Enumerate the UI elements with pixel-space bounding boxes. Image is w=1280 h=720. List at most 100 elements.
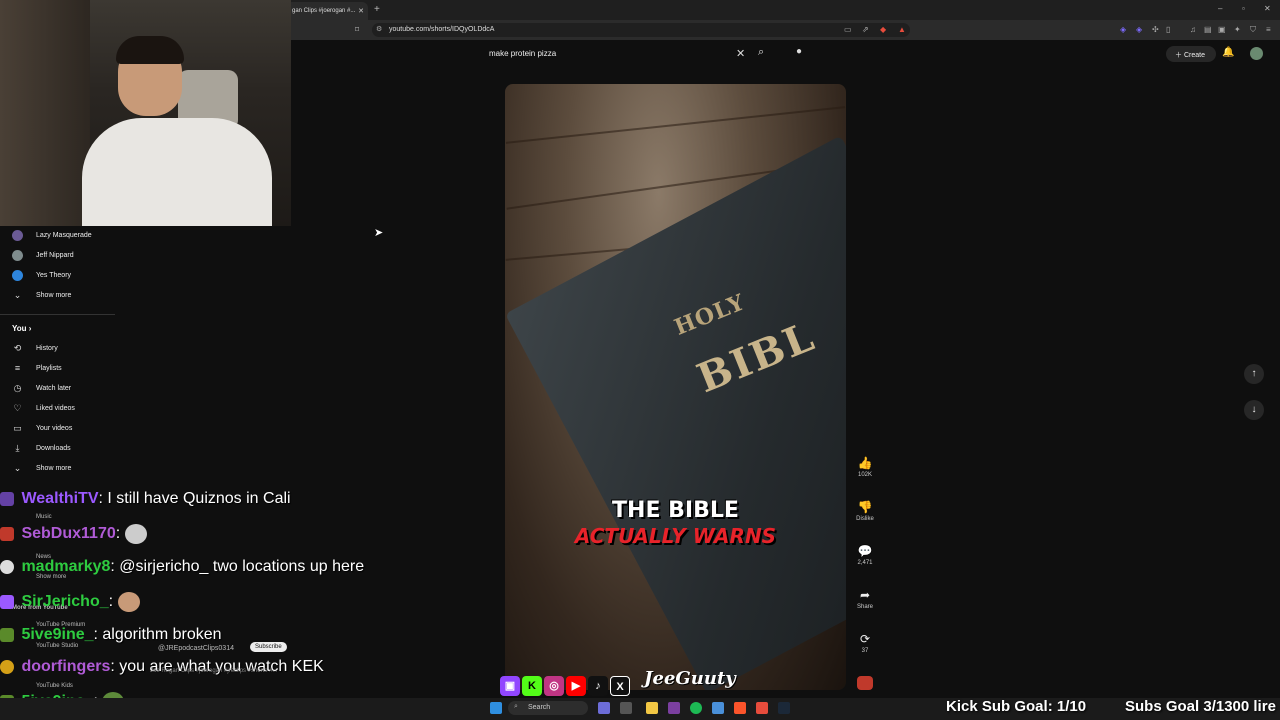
steam-icon[interactable] <box>778 702 790 714</box>
browser-tab-title: gan Clips #joerogan #... <box>292 8 356 14</box>
clear-search-icon[interactable]: ✕ <box>736 47 745 60</box>
previous-short-arrow-up-icon[interactable]: ↑ <box>1244 364 1264 384</box>
extension-icon[interactable]: ◈ <box>1120 25 1126 34</box>
windows-taskbar <box>0 698 1280 720</box>
sidebar-item-playlists[interactable]: ≡ Playlists <box>0 359 115 379</box>
sidebar-subscription-lazy-masquerade[interactable]: Lazy Masquerade <box>0 226 115 246</box>
site-info-icon[interactable]: ⚙ <box>376 25 382 33</box>
extension-icon[interactable]: ◈ <box>1136 25 1142 34</box>
create-button[interactable]: ＋ Create <box>1166 46 1216 62</box>
video-caption-line-1: THE BIBLE <box>612 498 739 523</box>
sidebar-item-label: Watch later <box>36 385 72 392</box>
tiktok-icon: ♪ <box>588 676 608 696</box>
chat-emote-icon <box>117 592 140 612</box>
kick-icon: K <box>522 676 542 696</box>
chat-message: WealthiTV: I still have Quiznos in Cali <box>0 490 291 516</box>
wood-grain <box>505 106 846 144</box>
video-caption-line-2: ACTUALLY WARNS <box>574 524 777 548</box>
menu-icon[interactable]: ≡ <box>1266 25 1271 34</box>
notifications-bell-icon[interactable]: 🔔 <box>1222 47 1234 58</box>
extensions-puzzle-icon[interactable]: ✣ <box>1152 25 1159 34</box>
leo-icon[interactable]: ✦ <box>1234 25 1241 34</box>
dislike-label: Dislike <box>856 516 874 522</box>
channel-avatar <box>12 250 23 261</box>
brave-shield-icon[interactable]: ◆ <box>880 25 886 34</box>
chat-badge-icon <box>0 491 14 506</box>
you-label: You <box>12 324 27 333</box>
close-tab-icon[interactable]: ✕ <box>358 7 364 15</box>
maximize-icon[interactable]: ▫ <box>1242 4 1245 13</box>
wallet-icon[interactable]: ▣ <box>1218 25 1226 34</box>
chat-username: SebDux1170 <box>21 525 116 543</box>
like-button[interactable]: 👍 102K <box>852 456 878 478</box>
taskbar-app-icon[interactable] <box>668 702 680 714</box>
sidebar-subscription-jeff-nippard[interactable]: Jeff Nippard <box>0 246 115 266</box>
short-video-title: Joe Rogan Clips #joerogan #jreclips #sho… <box>150 668 278 674</box>
next-short-arrow-down-icon[interactable]: ↓ <box>1244 400 1264 420</box>
chat-emote-icon <box>124 524 147 544</box>
sidebar-item-label: Jeff Nippard <box>36 252 74 259</box>
comment-icon: 💬 <box>857 544 873 558</box>
comments-count: 2,471 <box>857 560 873 566</box>
thumbs-up-icon: 👍 <box>857 456 873 470</box>
subscribe-button[interactable]: Subscribe <box>250 642 287 652</box>
sidebar-item-history[interactable]: ⟲ History <box>0 339 115 359</box>
media-icon[interactable]: ♫ <box>1190 25 1196 34</box>
bookmark-icon[interactable]: ⌑ <box>355 25 359 34</box>
search-icon[interactable]: ⌕ <box>758 46 764 59</box>
taskbar-app-icon[interactable] <box>756 702 768 714</box>
remix-button[interactable]: ⟳ 37 <box>852 632 878 654</box>
sidebar-you-heading[interactable]: You › <box>12 324 31 333</box>
chat-username: madmarky8 <box>21 558 111 575</box>
webcam-background <box>0 0 90 226</box>
short-channel-handle[interactable]: @JREpodcastClips0314 <box>158 645 234 652</box>
new-tab-icon[interactable]: + <box>374 4 380 15</box>
spotify-icon[interactable] <box>690 702 702 714</box>
vpn-icon[interactable]: ⛉ <box>1250 25 1256 35</box>
short-video-player[interactable]: HOLY BIBL THE BIBLE ACTUALLY WARNS <box>505 84 846 690</box>
sidebar-item-watch-later[interactable]: ◷ Watch later <box>0 379 115 399</box>
chat-username: WealthiTV <box>21 490 99 507</box>
chevron-down-icon: ⌄ <box>13 463 22 473</box>
dislike-button[interactable]: 👎 Dislike <box>852 500 878 522</box>
brave-rewards-icon[interactable]: ▲ <box>898 25 906 34</box>
chat-badge-icon <box>0 659 14 674</box>
chat-username: 5ive9ine_ <box>21 626 94 643</box>
browser-tab[interactable]: gan Clips #joerogan #... ✕ <box>286 2 368 20</box>
taskbar-app-icon[interactable] <box>598 702 610 714</box>
minimize-icon[interactable]: – <box>1218 4 1222 13</box>
close-window-icon[interactable]: ✕ <box>1264 4 1271 13</box>
channel-avatar[interactable] <box>857 676 873 690</box>
sidebar-subscription-yes-theory[interactable]: Yes Theory <box>0 266 115 286</box>
taskbar-app-icon[interactable] <box>620 702 632 714</box>
brave-browser-icon[interactable] <box>734 702 746 714</box>
history-icon: ⟲ <box>13 343 22 353</box>
chat-message: SirJericho_: <box>0 592 140 618</box>
sidebar-show-more[interactable]: ⌄ Show more <box>0 459 115 479</box>
show-more-label: Show more <box>36 292 72 299</box>
playlists-icon: ≡ <box>14 363 21 373</box>
microphone-icon[interactable]: ● <box>792 46 806 60</box>
watch-later-icon: ◷ <box>13 383 22 393</box>
comments-button[interactable]: 💬 2,471 <box>852 544 878 566</box>
chat-text: : @sirjericho_ two locations up here <box>110 558 365 575</box>
taskbar-search[interactable]: Search <box>508 701 588 715</box>
instagram-icon: ◎ <box>544 676 564 696</box>
account-avatar[interactable] <box>1250 47 1263 60</box>
screen-cast-icon[interactable]: ▭ <box>844 25 852 34</box>
sidebar-item-label: Downloads <box>36 445 71 452</box>
chat-message: SebDux1170: <box>0 524 147 550</box>
twitch-icon: ▣ <box>500 676 520 696</box>
sidebar-item-liked-videos[interactable]: ♡ Liked videos <box>0 399 115 419</box>
sidebar-item-label: Your videos <box>36 425 73 432</box>
sidebar-item-your-videos[interactable]: ▭ Your videos <box>0 419 115 439</box>
file-explorer-icon[interactable] <box>646 702 658 714</box>
share-button[interactable]: ➦ Share <box>852 588 878 610</box>
share-page-icon[interactable]: ⇗ <box>862 25 869 34</box>
sidebar-toggle-icon[interactable]: ▯ <box>1166 25 1170 34</box>
sidebar-item-downloads[interactable]: ⤓ Downloads <box>0 439 115 459</box>
reading-list-icon[interactable]: ▤ <box>1204 25 1212 34</box>
taskbar-app-icon[interactable] <box>712 702 724 714</box>
windows-start-icon[interactable] <box>490 702 502 714</box>
sidebar-show-more[interactable]: ⌄ Show more <box>0 286 115 306</box>
